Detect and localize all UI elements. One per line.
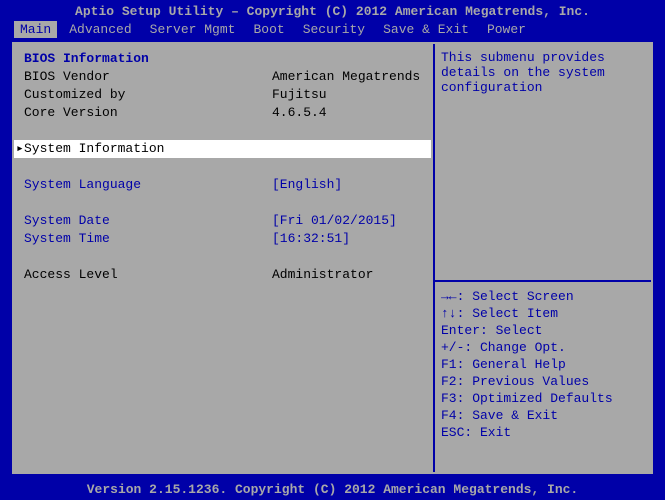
info-row: Customized by Fujitsu	[24, 86, 421, 104]
value: [16:32:51]	[272, 230, 421, 248]
label: Core Version	[24, 104, 272, 122]
help-description: This submenu provides details on the sys…	[433, 44, 651, 280]
info-row: BIOS Vendor American Megatrends	[24, 68, 421, 86]
info-row: Core Version 4.6.5.4	[24, 104, 421, 122]
help-key: Enter: Select	[441, 322, 643, 339]
submenu-system-information[interactable]: ▸ System Information	[14, 140, 431, 158]
pointer-icon: ▸	[16, 140, 24, 158]
help-key: ESC: Exit	[441, 424, 643, 441]
menu-security[interactable]: Security	[297, 21, 371, 38]
menu-server-mgmt[interactable]: Server Mgmt	[144, 21, 242, 38]
content-area: BIOS Information BIOS Vendor American Me…	[12, 42, 653, 474]
value: Administrator	[272, 266, 421, 284]
label: System Information	[24, 140, 272, 158]
left-panel: BIOS Information BIOS Vendor American Me…	[14, 44, 431, 472]
option-system-date[interactable]: System Date [Fri 01/02/2015]	[24, 212, 421, 230]
help-key: F2: Previous Values	[441, 373, 643, 390]
label: BIOS Vendor	[24, 68, 272, 86]
help-keys: →←: Select Screen ↑↓: Select Item Enter:…	[433, 282, 651, 472]
label: Customized by	[24, 86, 272, 104]
menu-main[interactable]: Main	[14, 21, 57, 38]
menu-power[interactable]: Power	[481, 21, 532, 38]
help-key: →←: Select Screen	[441, 288, 643, 305]
help-key: ↑↓: Select Item	[441, 305, 643, 322]
access-level-row: Access Level Administrator	[24, 266, 421, 284]
label: System Date	[24, 212, 272, 230]
value: [Fri 01/02/2015]	[272, 212, 421, 230]
footer-bar: Version 2.15.1236. Copyright (C) 2012 Am…	[0, 482, 665, 497]
option-system-time[interactable]: System Time [16:32:51]	[24, 230, 421, 248]
label: Access Level	[24, 266, 272, 284]
menu-bar: Main Advanced Server Mgmt Boot Security …	[0, 21, 665, 42]
right-panel: This submenu provides details on the sys…	[431, 44, 651, 472]
value: Fujitsu	[272, 86, 421, 104]
section-header: BIOS Information	[24, 50, 421, 68]
title-bar: Aptio Setup Utility – Copyright (C) 2012…	[0, 0, 665, 21]
label: System Language	[24, 176, 272, 194]
value: American Megatrends	[272, 68, 421, 86]
help-key: F4: Save & Exit	[441, 407, 643, 424]
menu-save-exit[interactable]: Save & Exit	[377, 21, 475, 38]
menu-advanced[interactable]: Advanced	[63, 21, 137, 38]
help-key: F3: Optimized Defaults	[441, 390, 643, 407]
help-key: F1: General Help	[441, 356, 643, 373]
label: System Time	[24, 230, 272, 248]
help-key: +/-: Change Opt.	[441, 339, 643, 356]
menu-boot[interactable]: Boot	[247, 21, 290, 38]
value: 4.6.5.4	[272, 104, 421, 122]
value: [English]	[272, 176, 421, 194]
option-system-language[interactable]: System Language [English]	[24, 176, 421, 194]
